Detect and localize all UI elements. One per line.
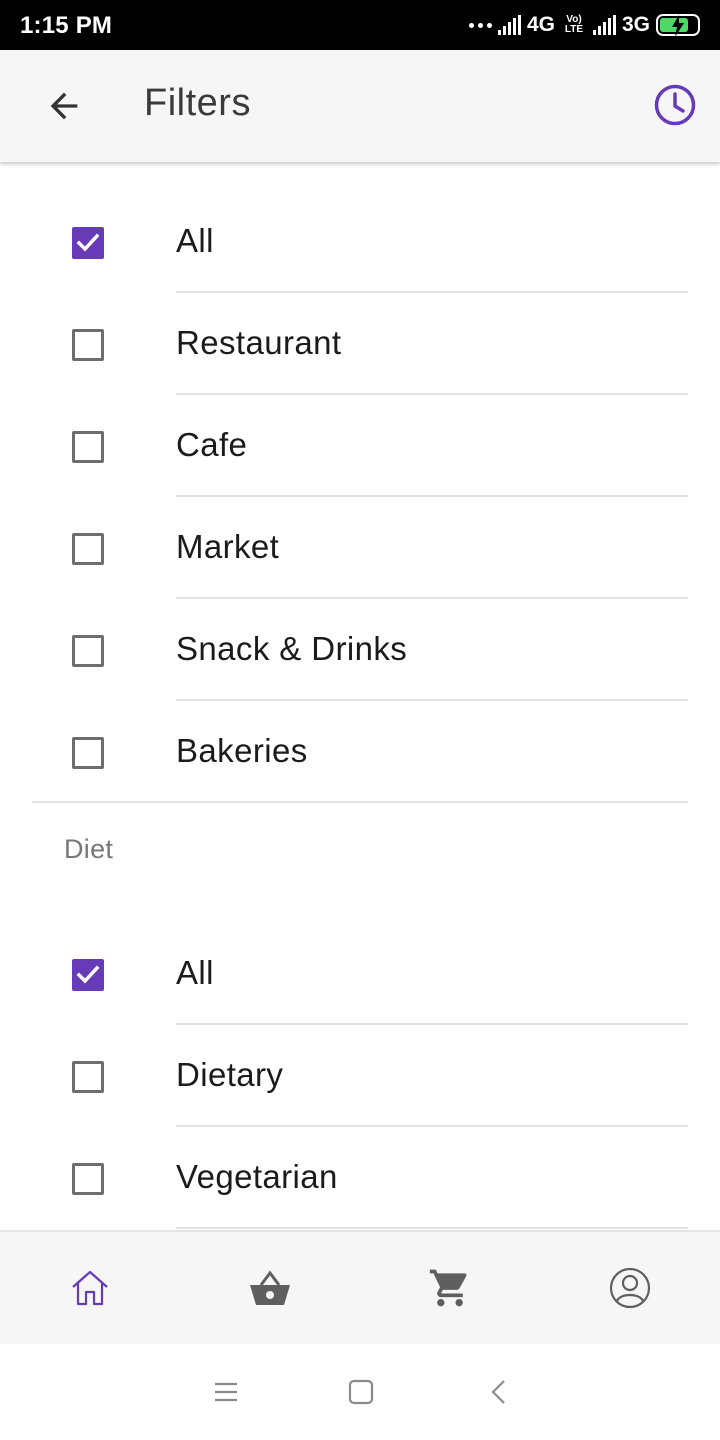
chevron-left-icon [491, 1380, 505, 1404]
filter-option-bakeries[interactable]: Bakeries [0, 700, 720, 802]
checkbox[interactable] [72, 737, 104, 769]
system-home-button[interactable] [347, 1378, 375, 1406]
bottom-navigation [0, 1230, 720, 1344]
option-label: All [176, 954, 214, 991]
checkbox[interactable] [72, 227, 104, 259]
filter-option-cafe[interactable]: Cafe [0, 394, 720, 497]
battery-charging-icon [656, 14, 700, 37]
divider [176, 1227, 688, 1229]
checkbox[interactable] [72, 1163, 104, 1195]
filter-option-market[interactable]: Market [0, 496, 720, 599]
status-icons: 4G Vo) LTE 3G [468, 10, 700, 40]
checkbox[interactable] [72, 533, 104, 565]
option-label: Cafe [176, 426, 248, 463]
diet-option-vegetarian[interactable]: Vegetarian [0, 1126, 720, 1229]
checkbox[interactable] [72, 959, 104, 991]
check-icon [76, 233, 100, 252]
status-bar: 1:15 PM 4G Vo) LTE 3G [0, 0, 720, 50]
clock-icon [654, 84, 696, 126]
menu-icon [215, 1382, 237, 1402]
page-title: Filters [144, 82, 251, 124]
nav-home[interactable] [68, 1266, 112, 1310]
system-menu-button[interactable] [212, 1378, 240, 1406]
section-title-diet: Diet [64, 834, 114, 864]
checkbox[interactable] [72, 635, 104, 667]
history-button[interactable] [653, 83, 697, 127]
signal-icon-2 [592, 15, 616, 35]
signal-icon [497, 15, 521, 35]
checkbox[interactable] [72, 431, 104, 463]
filter-option-restaurant[interactable]: Restaurant [0, 292, 720, 395]
checkbox[interactable] [72, 1061, 104, 1093]
app-bar: Filters [0, 50, 720, 162]
home-icon [72, 1270, 108, 1306]
square-icon [348, 1379, 374, 1405]
filter-list: All Restaurant Cafe Market Snack & Drink… [0, 162, 720, 1230]
option-label: Vegetarian [176, 1158, 338, 1195]
basket-icon [250, 1270, 290, 1305]
option-label: Snack & Drinks [176, 630, 408, 667]
system-back-button[interactable] [486, 1378, 514, 1406]
check-icon [76, 965, 100, 984]
profile-icon [609, 1267, 651, 1309]
cart-icon [429, 1269, 467, 1307]
option-label: All [176, 222, 214, 259]
back-button[interactable] [44, 86, 84, 126]
arrow-back-icon [50, 92, 78, 120]
volte-badge: Vo) LTE [564, 14, 584, 35]
diet-option-dietary[interactable]: Dietary [0, 1024, 720, 1127]
status-time: 1:15 PM [20, 12, 113, 39]
filter-option-snack-drinks[interactable]: Snack & Drinks [0, 598, 720, 701]
section-divider [32, 801, 688, 803]
nav-basket[interactable] [248, 1266, 292, 1310]
option-label: Market [176, 528, 280, 565]
diet-option-all[interactable]: All [0, 922, 720, 1025]
network-type-2: 3G [621, 13, 650, 36]
option-label: Restaurant [176, 324, 342, 361]
system-navigation-bar [0, 1344, 720, 1440]
nav-profile[interactable] [608, 1266, 652, 1310]
checkbox[interactable] [72, 329, 104, 361]
option-label: Dietary [176, 1056, 284, 1093]
option-label: Bakeries [176, 732, 308, 769]
nav-cart[interactable] [428, 1266, 472, 1310]
more-dots-icon [468, 22, 492, 28]
filter-option-all[interactable]: All [0, 190, 720, 293]
network-type-1: 4G [526, 13, 555, 36]
